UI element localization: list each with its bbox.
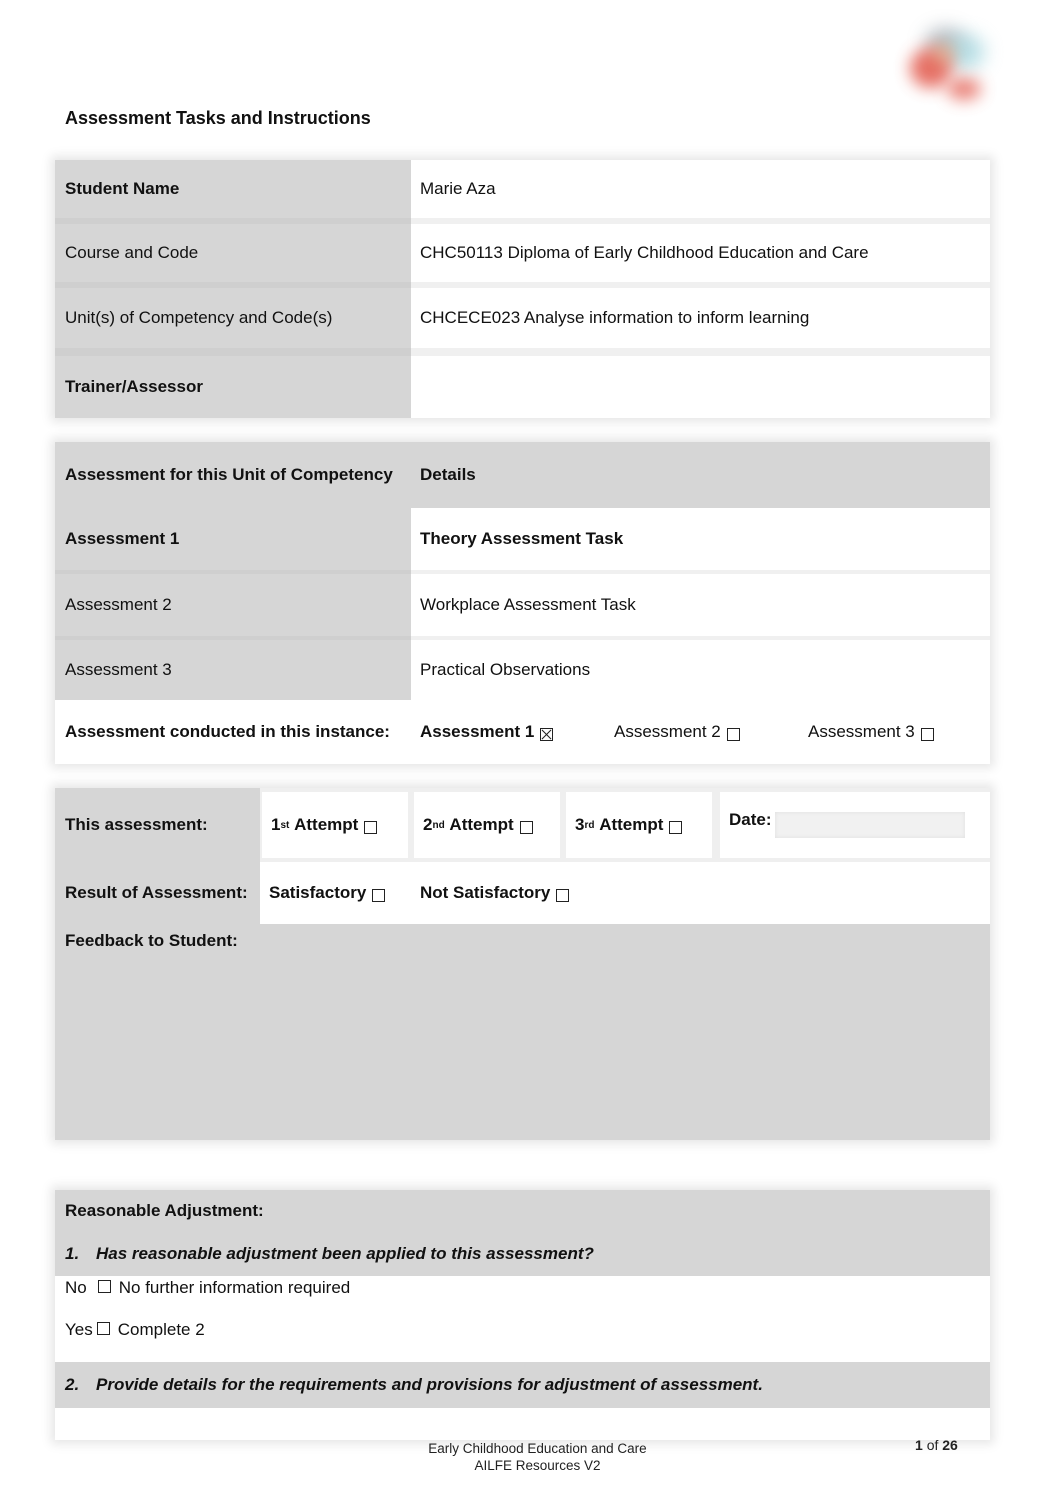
feedback-field[interactable] <box>355 924 990 1140</box>
course-code-value[interactable]: CHC50113 Diploma of Early Childhood Educ… <box>411 224 990 282</box>
student-name-value[interactable]: Marie Aza <box>411 160 990 218</box>
this-assessment-label: This assessment: <box>55 788 260 862</box>
result-row: Result of Assessment: Satisfactory Not S… <box>55 862 990 924</box>
attempt-1-suffix: st <box>280 819 290 831</box>
not-satisfactory-label: Not Satisfactory <box>420 883 551 902</box>
attempt-2-option[interactable]: 2nd Attempt <box>414 792 560 858</box>
checkbox-icon[interactable] <box>372 888 386 902</box>
assessment-conducted-label: Assessment conducted in this instance: <box>55 700 411 764</box>
attempt-3-option[interactable]: 3rd Attempt <box>566 792 712 858</box>
footer-line-1: Early Childhood Education and Care <box>428 1441 647 1456</box>
table-row: Assessment 1 Theory Assessment Task <box>55 508 990 570</box>
feedback-label: Feedback to Student: <box>65 931 238 950</box>
assessment-3-label: Assessment 3 <box>55 640 411 700</box>
course-code-label: Course and Code <box>55 224 411 282</box>
checkbox-icon[interactable] <box>364 820 378 834</box>
unit-competency-label: Unit(s) of Competency and Code(s) <box>55 288 411 348</box>
checkbox-icon[interactable] <box>519 820 533 834</box>
conducted-option-1-label: Assessment 1 <box>420 722 535 741</box>
conducted-option-3-label: Assessment 3 <box>808 722 915 741</box>
assessment-1-label: Assessment 1 <box>55 508 411 570</box>
question-2: 2. Provide details for the requirements … <box>55 1362 990 1408</box>
conducted-option-2-label: Assessment 2 <box>614 722 721 741</box>
no-option-row: No No further information required <box>55 1276 990 1320</box>
question-1-text: Has reasonable adjustment been applied t… <box>96 1244 594 1263</box>
attempt-3-suffix: rd <box>584 819 595 831</box>
attempt-1-number: 1 <box>271 815 281 834</box>
assessment-header-left: Assessment for this Unit of Competency <box>55 442 411 508</box>
assessment-2-detail: Workplace Assessment Task <box>411 574 990 636</box>
student-info-table: Student Name Marie Aza Course and Code C… <box>55 160 990 418</box>
page-of: of <box>926 1437 939 1453</box>
question-2-number: 2. <box>65 1375 80 1394</box>
assessment-1-detail: Theory Assessment Task <box>411 508 990 570</box>
question-1-row: 1. Has reasonable adjustment been applie… <box>55 1232 990 1276</box>
table-row: Assessment 3 Practical Observations <box>55 640 990 700</box>
checkbox-icon[interactable] <box>920 727 934 741</box>
table-header-row: Assessment for this Unit of Competency D… <box>55 442 990 508</box>
checkbox-icon[interactable] <box>726 727 740 741</box>
trainer-assessor-value[interactable] <box>411 356 990 418</box>
adjustment-details-row <box>55 1408 990 1440</box>
table-row: Unit(s) of Competency and Code(s) CHCECE… <box>55 288 990 348</box>
table-row: Trainer/Assessor <box>55 356 990 418</box>
attempt-2-suffix: nd <box>432 819 445 831</box>
conducted-option-3[interactable]: Assessment 3 <box>799 700 990 764</box>
assessment-table: Assessment for this Unit of Competency D… <box>55 442 990 764</box>
checkbox-icon[interactable] <box>96 1322 110 1335</box>
trainer-assessor-label: Trainer/Assessor <box>55 356 411 418</box>
attempt-1-label: Attempt <box>294 815 359 834</box>
organisation-logo <box>895 20 995 100</box>
reasonable-adjustment-heading: Reasonable Adjustment: <box>65 1201 264 1220</box>
table-row: Student Name Marie Aza <box>55 160 990 218</box>
page-current: 1 <box>915 1437 923 1453</box>
yes-option-row: Yes Complete 2 <box>55 1320 990 1362</box>
checkbox-checked-icon[interactable] <box>540 727 554 741</box>
unit-competency-value[interactable]: CHCECE023 Analyse information to inform … <box>411 288 990 348</box>
yes-label: Yes <box>65 1320 93 1339</box>
assessment-2-label: Assessment 2 <box>55 574 411 636</box>
footer: Early Childhood Education and Care AILFE… <box>0 1440 1062 1474</box>
reasonable-adjustment-table: Reasonable Adjustment: 1. Has reasonable… <box>55 1190 990 1440</box>
question-2-text: Provide details for the requirements and… <box>96 1375 763 1394</box>
assessment-3-detail: Practical Observations <box>411 640 990 700</box>
assessment-header-right: Details <box>411 442 990 508</box>
table-row: Assessment 2 Workplace Assessment Task <box>55 574 990 636</box>
conducted-option-2[interactable]: Assessment 2 <box>605 700 799 764</box>
satisfactory-label: Satisfactory <box>269 883 367 902</box>
question-1-number: 1. <box>65 1244 80 1263</box>
reasonable-adjustment-heading-row: Reasonable Adjustment: <box>55 1190 990 1232</box>
student-name-label: Student Name <box>55 160 411 218</box>
assessment-result-table: This assessment: 1st Attempt 2nd Attempt… <box>55 788 990 1140</box>
attempt-3-number: 3 <box>575 815 585 834</box>
attempt-3-label: Attempt <box>599 815 664 834</box>
not-satisfactory-option[interactable]: Not Satisfactory <box>408 862 990 924</box>
assessment-conducted-row: Assessment conducted in this instance: A… <box>55 700 990 764</box>
feedback-row: Feedback to Student: <box>55 924 990 1140</box>
attempt-2-label: Attempt <box>449 815 514 834</box>
yes-option[interactable]: Yes Complete 2 <box>55 1320 990 1362</box>
checkbox-icon[interactable] <box>669 820 683 834</box>
question-2-row: 2. Provide details for the requirements … <box>55 1362 990 1408</box>
attempt-1-option[interactable]: 1st Attempt <box>262 792 408 858</box>
adjustment-details-field[interactable] <box>55 1408 990 1440</box>
checkbox-icon[interactable] <box>97 1280 111 1293</box>
satisfactory-option[interactable]: Satisfactory <box>260 862 408 924</box>
page-title: Assessment Tasks and Instructions <box>65 108 371 128</box>
conducted-option-1[interactable]: Assessment 1 <box>411 700 605 764</box>
question-1: 1. Has reasonable adjustment been applie… <box>55 1232 990 1276</box>
date-input[interactable] <box>775 812 965 838</box>
checkbox-icon[interactable] <box>556 888 570 902</box>
no-option[interactable]: No No further information required <box>55 1276 990 1320</box>
result-label: Result of Assessment: <box>55 862 260 924</box>
no-note: No further information required <box>118 1278 351 1297</box>
page-total: 26 <box>942 1437 958 1453</box>
attempt-2-number: 2 <box>423 815 433 834</box>
page-number: 1 of 26 <box>915 1437 958 1453</box>
no-label: No <box>65 1278 87 1297</box>
yes-note: Complete 2 <box>117 1320 205 1339</box>
footer-line-2: AILFE Resources V2 <box>474 1458 601 1473</box>
table-row: Course and Code CHC50113 Diploma of Earl… <box>55 224 990 282</box>
